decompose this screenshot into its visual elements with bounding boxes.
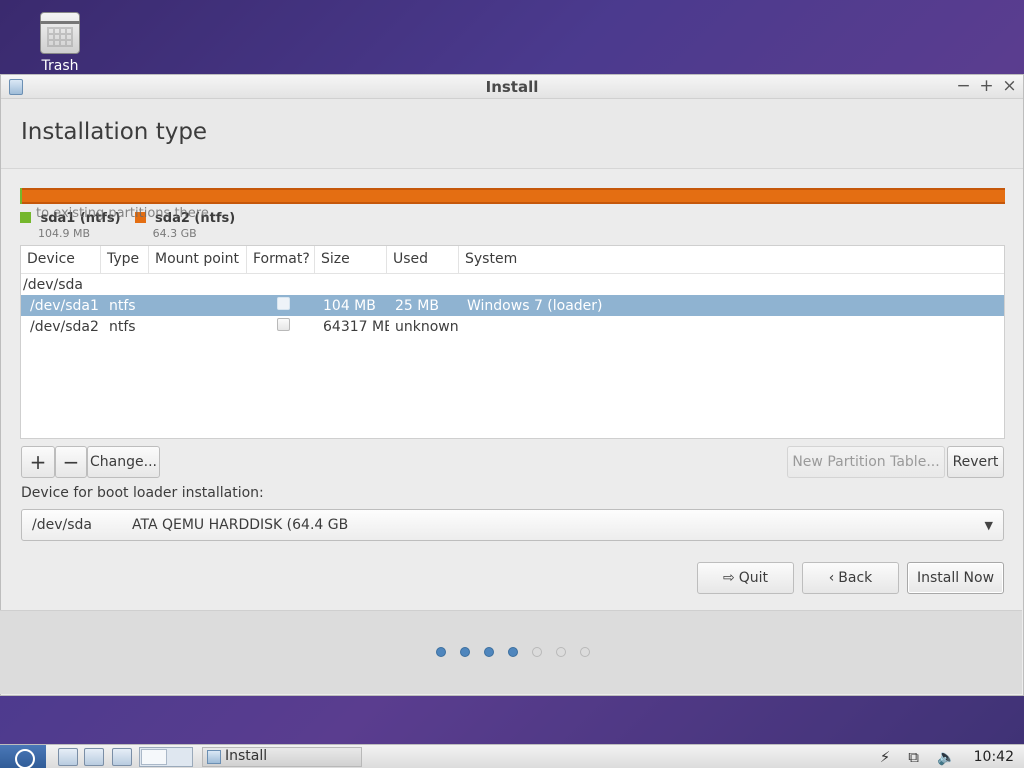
- back-button[interactable]: ‹ Back: [802, 562, 899, 594]
- bootloader-description: ATA QEMU HARDDISK (64.4 GB: [132, 517, 349, 533]
- start-menu-button[interactable]: [0, 745, 46, 768]
- chevron-down-icon: ▼: [984, 519, 993, 532]
- quit-icon: ⇨: [722, 570, 735, 586]
- show-desktop-icon[interactable]: [112, 748, 132, 766]
- progress-dot: [532, 647, 542, 657]
- titlebar[interactable]: Install − + ×: [1, 75, 1023, 99]
- taskbar-task-install[interactable]: Install: [202, 747, 362, 767]
- cell-device: /dev/sda1: [30, 297, 99, 314]
- install-now-button[interactable]: Install Now: [907, 562, 1004, 594]
- progress-dot: [508, 647, 518, 657]
- trash-label: Trash: [41, 58, 79, 74]
- chevron-left-icon: ‹: [828, 570, 835, 586]
- power-icon[interactable]: ⚡: [880, 748, 891, 766]
- cell-used: unknown: [395, 318, 459, 335]
- volume-icon[interactable]: 🔈: [937, 748, 956, 766]
- cell-size: 104 MB: [323, 297, 376, 314]
- active-workspace: [141, 749, 167, 765]
- progress-dot: [436, 647, 446, 657]
- remove-partition-button[interactable]: −: [55, 446, 87, 478]
- window-controls: − + ×: [956, 76, 1017, 96]
- column-used[interactable]: Used: [387, 246, 459, 273]
- change-button[interactable]: Change...: [87, 446, 160, 478]
- quit-button[interactable]: ⇨ Quit: [697, 562, 794, 594]
- cell-type: ntfs: [109, 318, 136, 335]
- legend-swatch-sda1: [20, 212, 31, 223]
- table-row[interactable]: /dev/sda1 ntfs 104 MB 25 MB Windows 7 (l…: [21, 295, 1004, 316]
- column-format[interactable]: Format?: [247, 246, 315, 273]
- system-tray: ⚡ ⧉ 🔈 10:42: [880, 745, 1024, 768]
- maximize-icon[interactable]: +: [979, 76, 994, 96]
- progress-dot: [484, 647, 494, 657]
- new-partition-table-button[interactable]: New Partition Table...: [787, 446, 945, 478]
- progress-dot: [460, 647, 470, 657]
- legend-size-sda2: 64.3 GB: [152, 227, 197, 240]
- format-checkbox[interactable]: [276, 297, 290, 310]
- progress-dot: [556, 647, 566, 657]
- group-device: /dev/sda: [23, 276, 83, 293]
- close-icon[interactable]: ×: [1002, 76, 1017, 96]
- minimize-icon[interactable]: −: [956, 76, 971, 96]
- progress-dot: [580, 647, 590, 657]
- installer-icon: [207, 750, 221, 764]
- bootloader-device-select[interactable]: /dev/sda ATA QEMU HARDDISK (64.4 GB ▼: [21, 509, 1004, 541]
- column-mount-point[interactable]: Mount point: [149, 246, 247, 273]
- file-manager-icon[interactable]: [58, 748, 78, 766]
- trash-icon: [40, 12, 80, 54]
- cell-size: 64317 MB: [323, 318, 389, 335]
- cell-device: /dev/sda2: [30, 318, 99, 335]
- table-row[interactable]: /dev/sda2 ntfs 64317 MB unknown: [21, 316, 1004, 337]
- partition-table[interactable]: Device Type Mount point Format? Size Use…: [20, 245, 1005, 439]
- cell-system: Windows 7 (loader): [467, 297, 603, 314]
- partition-bar: [20, 188, 1005, 204]
- window-title: Install: [485, 78, 539, 96]
- column-device[interactable]: Device: [21, 246, 101, 273]
- network-icon[interactable]: ⧉: [908, 748, 919, 766]
- column-size[interactable]: Size: [315, 246, 387, 273]
- column-type[interactable]: Type: [101, 246, 149, 273]
- format-checkbox[interactable]: [276, 318, 290, 331]
- desktop-icon-trash[interactable]: Trash: [26, 8, 94, 74]
- taskbar-task-label: Install: [225, 748, 268, 764]
- cell-type: ntfs: [109, 297, 136, 314]
- cell-used: 25 MB: [395, 297, 439, 314]
- taskbar: Install ⚡ ⧉ 🔈 10:42: [0, 744, 1024, 768]
- table-row-group[interactable]: /dev/sda: [21, 274, 1004, 295]
- cell-format: [249, 318, 317, 335]
- legend-size-sda1: 104.9 MB: [38, 227, 91, 240]
- page-title: Installation type: [21, 119, 208, 145]
- bootloader-label: Device for boot loader installation:: [21, 485, 264, 501]
- revert-button[interactable]: Revert: [947, 446, 1004, 478]
- partition-overlay-text: to existing partitions there: [36, 206, 209, 221]
- progress-dots: [436, 647, 590, 657]
- network-tool-icon[interactable]: [84, 748, 104, 766]
- partition-bar-sda1-segment: [20, 188, 22, 204]
- table-header: Device Type Mount point Format? Size Use…: [21, 246, 1004, 274]
- add-partition-button[interactable]: +: [21, 446, 55, 478]
- workspace-switcher[interactable]: [139, 747, 193, 767]
- clock[interactable]: 10:42: [974, 749, 1014, 765]
- cell-format: [249, 297, 317, 314]
- bootloader-device: /dev/sda: [32, 517, 92, 533]
- back-label: Back: [838, 570, 873, 586]
- column-system[interactable]: System: [459, 246, 1004, 273]
- header-band: Installation type: [1, 99, 1023, 169]
- quit-label: Quit: [738, 570, 768, 586]
